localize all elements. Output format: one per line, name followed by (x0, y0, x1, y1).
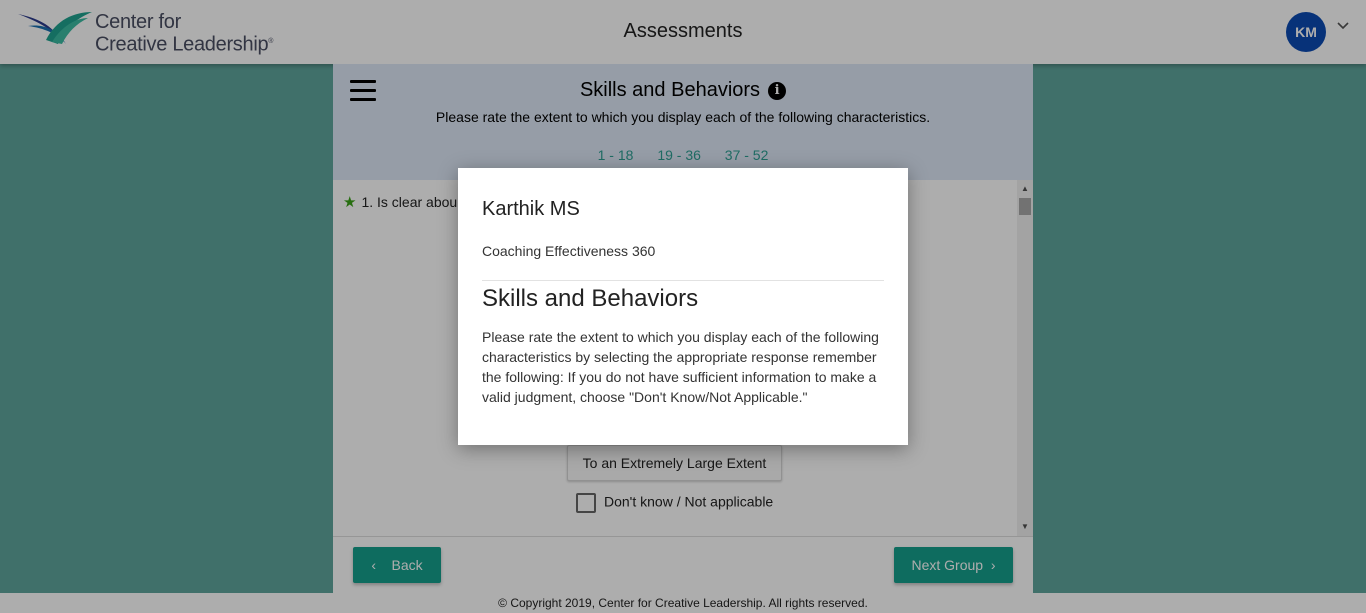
modal-assessment-name: Coaching Effectiveness 360 (482, 243, 656, 259)
modal-divider (482, 280, 884, 281)
modal-instructions: Please rate the extent to which you disp… (482, 329, 879, 405)
modal-participant-name: Karthik MS (482, 198, 580, 220)
instructions-modal: Karthik MS Coaching Effectiveness 360 Sk… (458, 168, 908, 445)
modal-section-title: Skills and Behaviors (482, 285, 699, 312)
